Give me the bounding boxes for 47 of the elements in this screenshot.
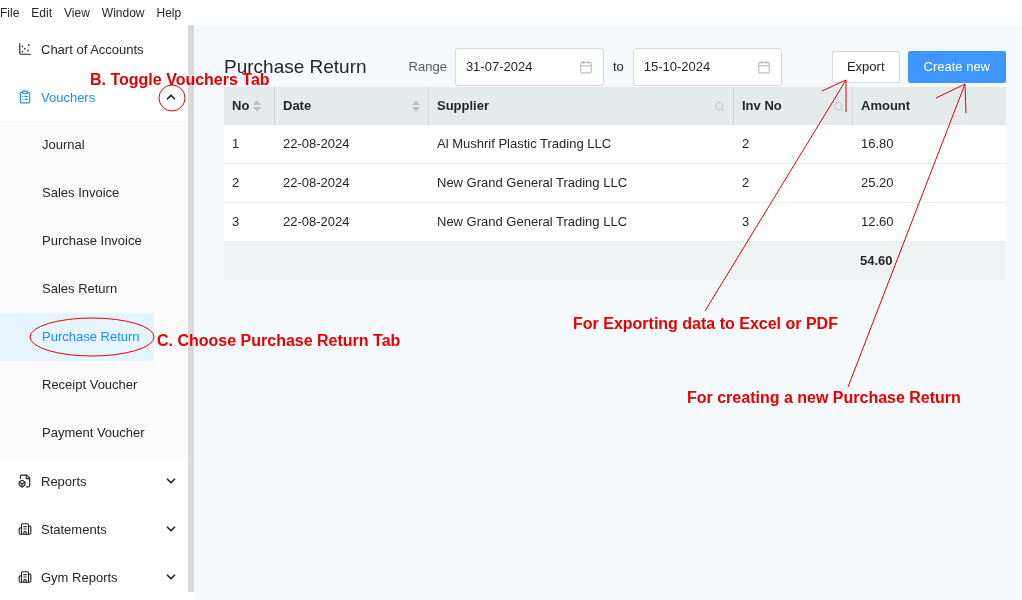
sidebar-icon [18,570,32,584]
column-header[interactable]: No [224,87,274,125]
date-field[interactable]: 15-10-2024 [632,48,782,86]
total-amount: 54.60 [859,252,894,271]
table-cell-text: 1 [231,135,241,154]
calendar-icon [578,60,593,74]
table-cell-text: 12.60 [860,213,895,232]
menu-item[interactable]: Help [156,3,182,22]
menu-item[interactable]: View [64,3,90,22]
submenu-item[interactable]: Receipt Voucher [0,361,154,409]
submenu-item[interactable]: Sales Invoice [0,169,154,217]
submenu-item[interactable]: Payment Voucher [0,409,154,457]
table-cell-text: 16.80 [860,135,895,154]
annotation-text: C. Choose Purchase Return Tab [157,331,401,351]
range-label: Range [408,58,447,77]
table-cell-text: Al Mushrif Plastic Trading LLC [436,135,613,154]
table-cell-text: 2 [741,135,751,154]
annotation-text: For creating a new Purchase Return [687,388,961,408]
submenu-item[interactable]: Journal [0,121,154,169]
table-cell-text: 25.20 [860,174,895,193]
calendar-icon [756,60,771,74]
date-field[interactable]: 31-07-2024 [454,48,604,86]
sidebar-item[interactable]: Gym Reports [41,569,118,585]
export-button[interactable]: Export [831,51,900,83]
menu-item[interactable]: File [0,3,20,22]
sidebar-icon [18,474,32,488]
table-cell-text: 22-08-2024 [282,174,351,193]
sidebar-item[interactable]: Chart of Accounts [41,41,144,57]
table-cell-text: New Grand General Trading LLC [436,213,629,232]
table-cell-text: 2 [231,174,241,193]
table-cell-text: 3 [231,213,241,232]
range-separator: to [612,58,624,77]
table-cell-text: 22-08-2024 [282,213,351,232]
menu-item[interactable]: Window [101,3,145,22]
table-cell-text: 2 [741,174,751,193]
submenu-item[interactable]: Sales Return [0,265,154,313]
sidebar-item[interactable]: Statements [41,521,107,537]
sidebar-icon [18,522,32,536]
menu-item[interactable]: Edit [31,3,53,22]
sidebar-icon [18,90,32,104]
sidebar-item[interactable]: Reports [41,473,87,489]
table-cell-text: 3 [741,213,751,232]
annotation-text: For Exporting data to Excel or PDF [573,314,838,334]
table-cell-text: 22-08-2024 [282,135,351,154]
submenu-item[interactable]: Purchase Invoice [0,217,154,265]
table-cell-text: New Grand General Trading LLC [436,174,629,193]
sidebar-icon [18,42,32,56]
